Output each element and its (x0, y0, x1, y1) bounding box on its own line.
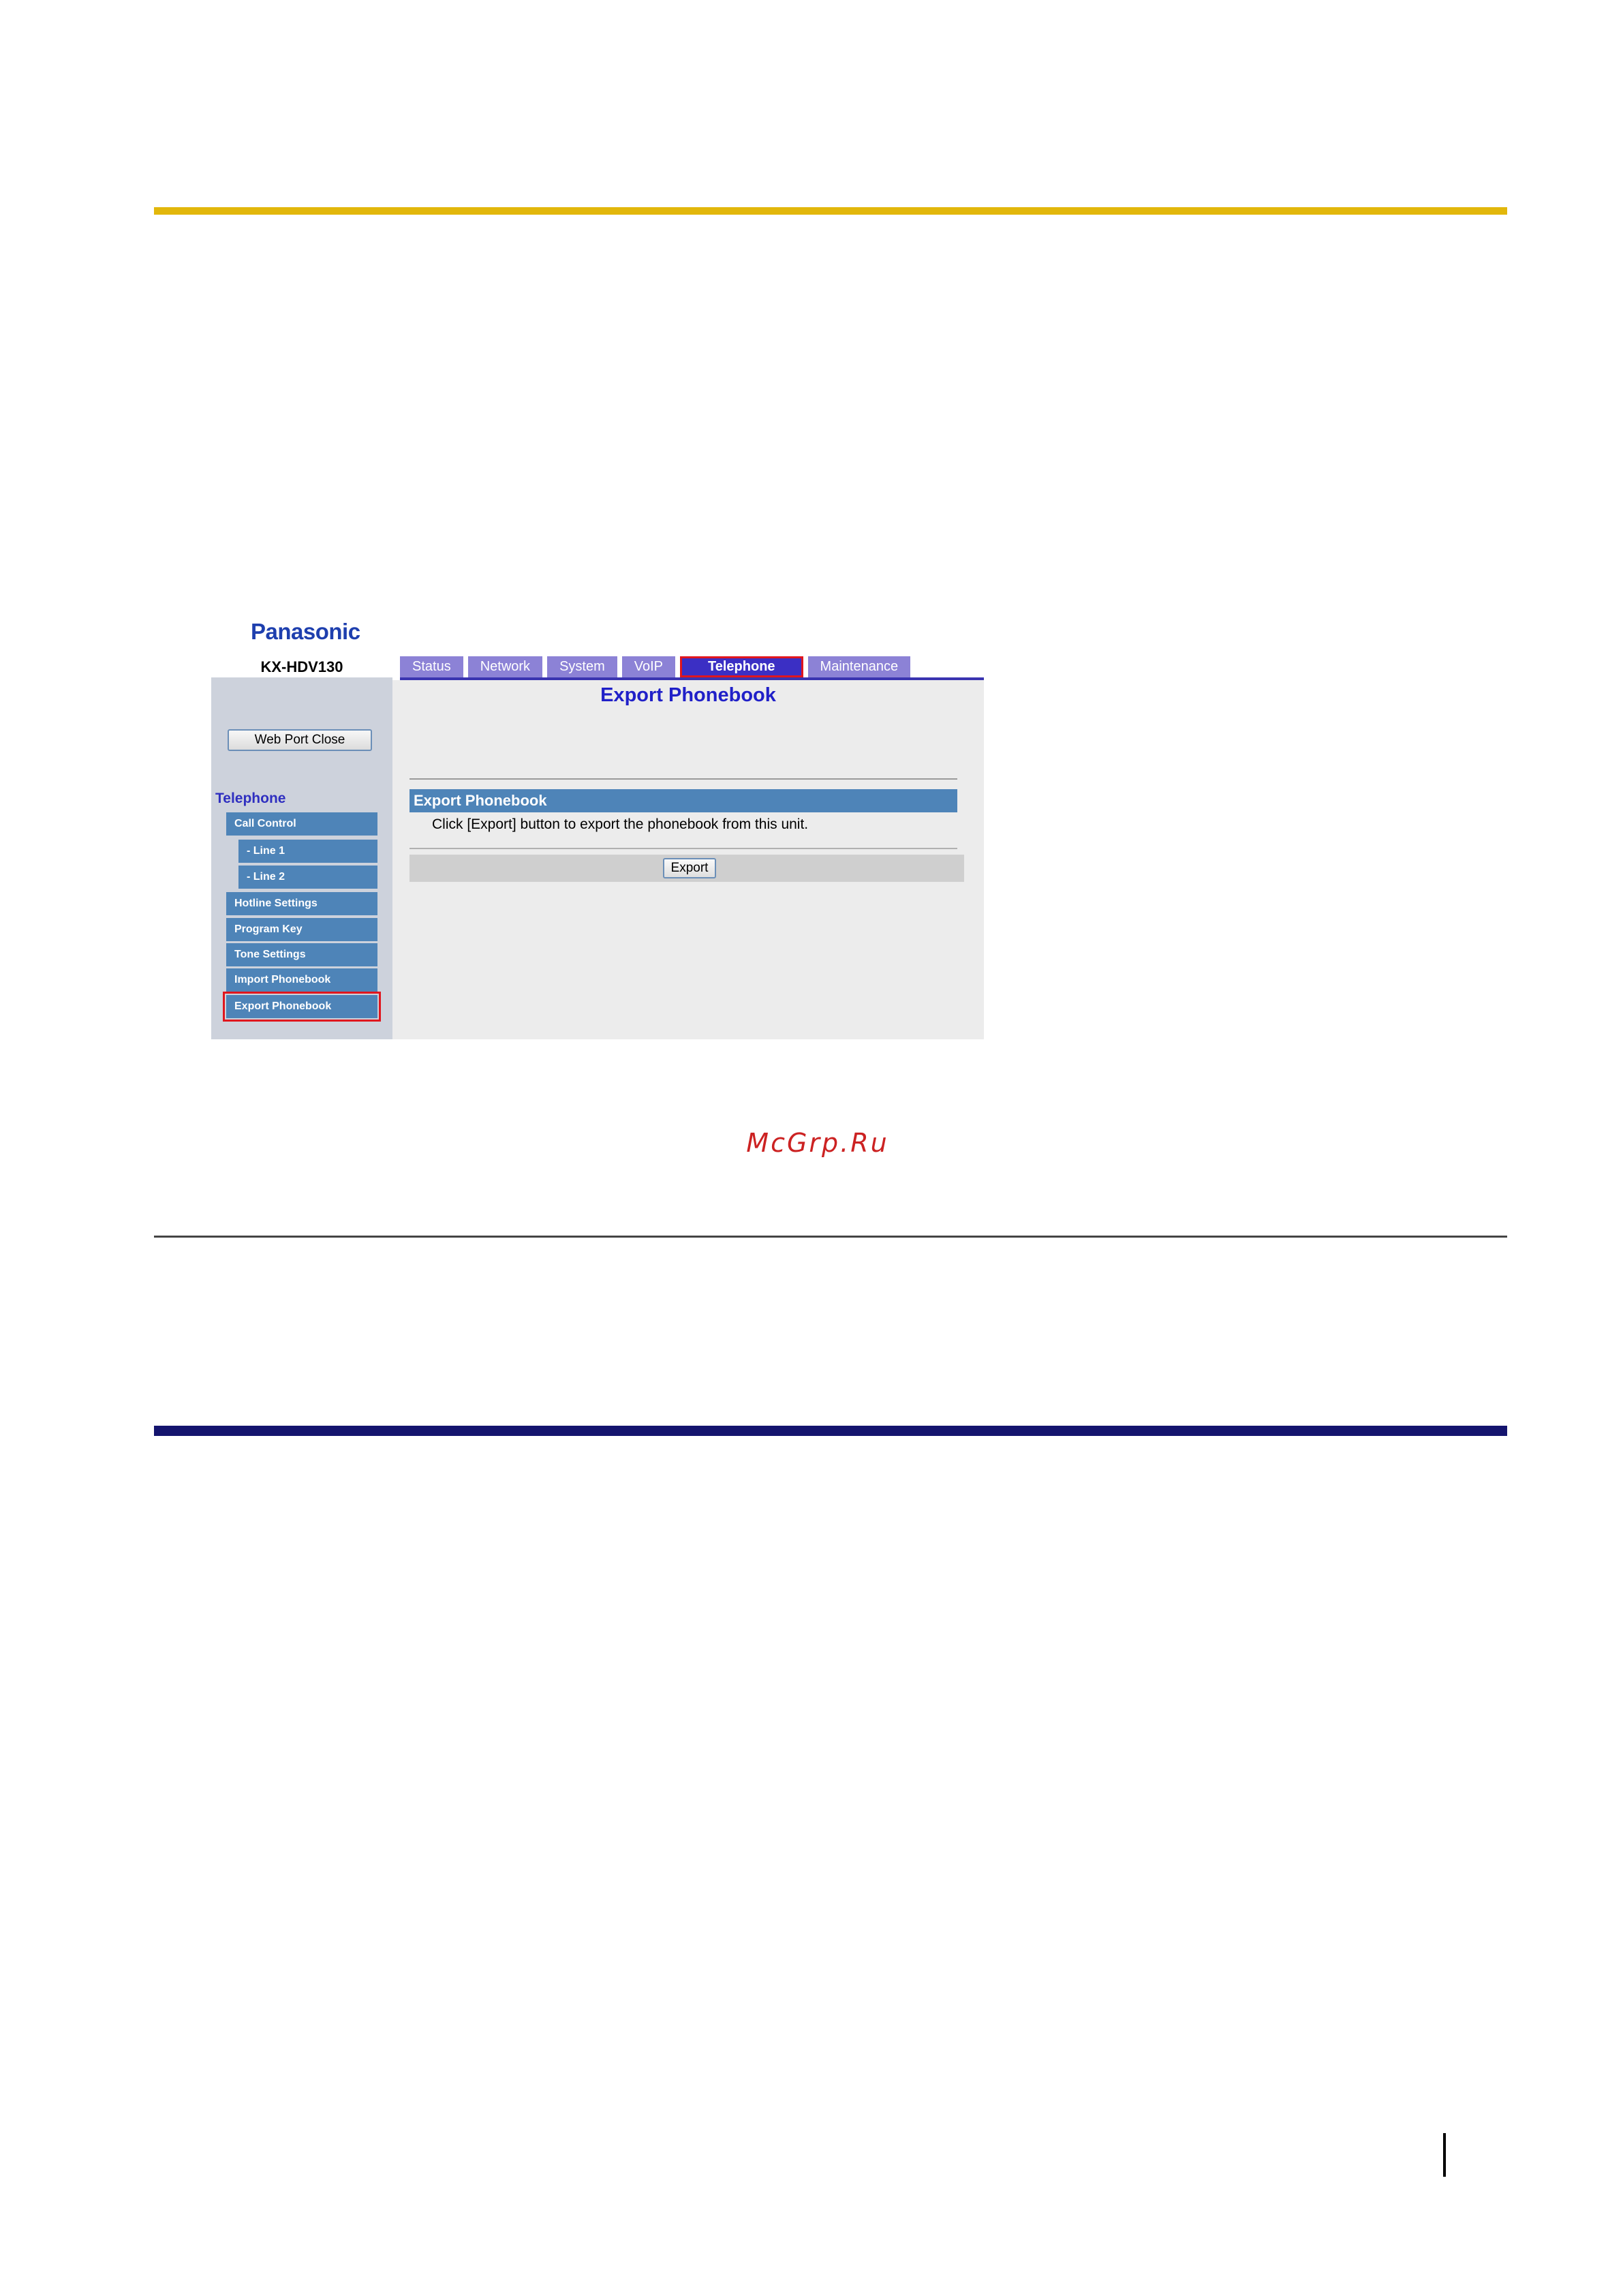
tab-voip[interactable]: VoIP (621, 656, 676, 677)
tab-network[interactable]: Network (467, 656, 543, 677)
web-port-close-button[interactable]: Web Port Close (228, 729, 372, 751)
export-button[interactable]: Export (663, 858, 716, 878)
main-content: Export Phonebook Export Phonebook Click … (392, 680, 984, 1039)
description-text: Click [Export] button to export the phon… (432, 816, 809, 832)
footer-navy-rule (154, 1426, 1507, 1436)
watermark: McGrp.Ru (746, 1128, 889, 1158)
web-ui-screenshot: Panasonic KX-HDV130 Status Network Syste… (211, 613, 984, 1039)
divider (409, 848, 957, 849)
page-number-marker (1443, 2133, 1446, 2177)
panasonic-logo: Panasonic (251, 619, 360, 644)
model-name: KX-HDV130 (260, 658, 343, 675)
divider (409, 778, 957, 780)
tab-status[interactable]: Status (400, 656, 463, 677)
tab-telephone[interactable]: Telephone (680, 656, 803, 677)
sidebar-item-call-control[interactable]: Call Control (226, 812, 377, 836)
section-divider-rule (154, 1236, 1507, 1238)
sidebar-item-line-1[interactable]: - Line 1 (238, 840, 377, 863)
sidebar-item-export-phonebook[interactable]: Export Phonebook (223, 992, 381, 1022)
sidebar: Web Port Close Telephone Call Control - … (211, 677, 392, 1039)
sidebar-item-program-key[interactable]: Program Key (226, 918, 377, 941)
sidebar-item-hotline-settings[interactable]: Hotline Settings (226, 892, 377, 915)
main-tab-bar: Status Network System VoIP Telephone Mai… (400, 656, 915, 677)
tab-maintenance[interactable]: Maintenance (807, 656, 911, 677)
page-title: Export Phonebook (600, 684, 776, 706)
sidebar-section-title: Telephone (215, 791, 286, 806)
button-row: Export (409, 855, 964, 882)
sidebar-item-import-phonebook[interactable]: Import Phonebook (226, 968, 377, 992)
sidebar-item-tone-settings[interactable]: Tone Settings (226, 943, 377, 966)
section-header: Export Phonebook (409, 789, 957, 812)
tab-system[interactable]: System (547, 656, 617, 677)
header-gold-rule (154, 207, 1507, 215)
sidebar-item-line-2[interactable]: - Line 2 (238, 866, 377, 889)
